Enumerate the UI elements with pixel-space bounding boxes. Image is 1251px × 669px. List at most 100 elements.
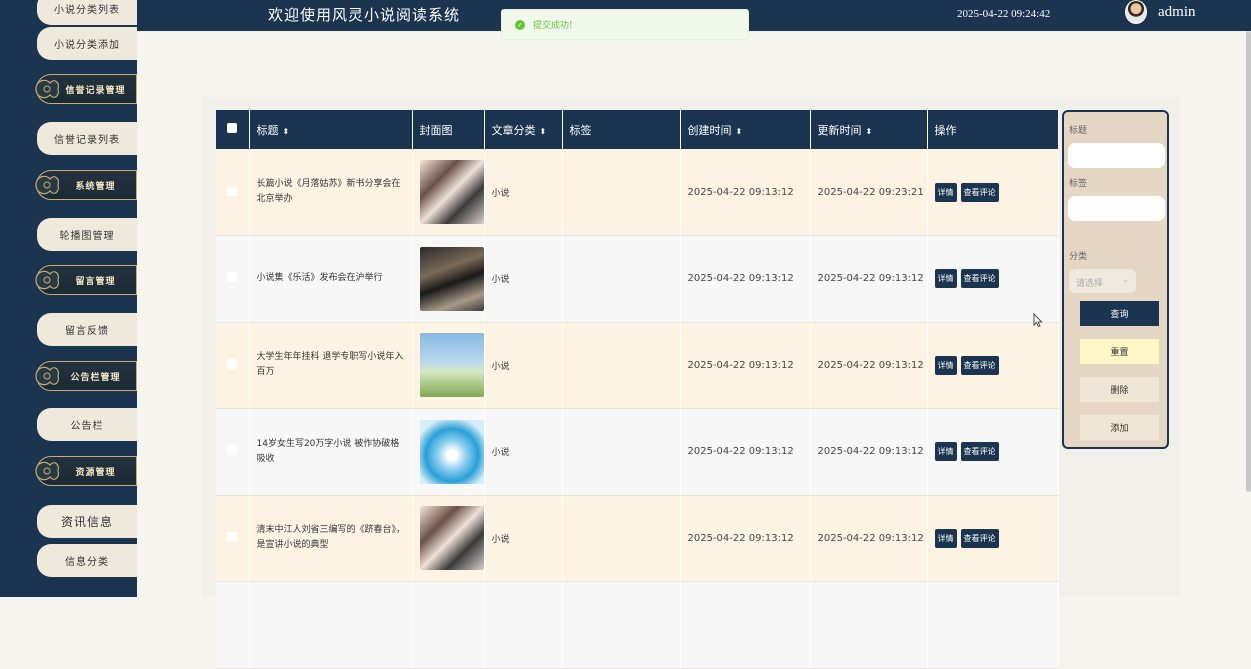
sidebar-item-label: 小说分类添加 (54, 40, 120, 51)
add-button[interactable]: 添加 (1080, 415, 1159, 440)
view-comments-button[interactable]: 查看评论 (960, 442, 999, 462)
success-check-icon: ✓ (515, 19, 525, 30)
row-updated: 2025-04-22 09:13:12 (810, 322, 928, 409)
success-toast: ✓ 提交成功! (501, 9, 749, 40)
cover-image (419, 246, 484, 311)
row-checkbox[interactable] (216, 149, 250, 236)
row-title: 14岁女生写20万字小说 被作协破格吸收 (249, 408, 413, 496)
sidebar-item-label: 系统管理 (75, 181, 116, 192)
datetime-display: 2025-04-22 09:24:42 (957, 8, 1051, 20)
sidebar-item-label: 资源管理 (75, 467, 116, 478)
row-cover-cell (412, 408, 485, 496)
sidebar-item-label: 公告栏 (70, 421, 104, 432)
row-actions: 详情 查看评论 (927, 149, 1059, 236)
select-all-checkbox[interactable] (216, 110, 250, 149)
username[interactable]: admin (1158, 4, 1196, 21)
cover-image (419, 333, 484, 398)
sidebar-item-9[interactable]: 公告栏 (37, 408, 137, 441)
sidebar-item-4[interactable]: 系统管理 (35, 170, 137, 200)
sidebar-item-label: 资讯信息 (60, 515, 113, 529)
sort-icon[interactable]: ⬍ (736, 127, 743, 136)
row-title: 小说集《乐活》发布会在沪举行 (249, 235, 413, 323)
toast-message: 提交成功! (533, 21, 573, 31)
query-button[interactable]: 查询 (1080, 301, 1159, 326)
sidebar-item-label: 信息分类 (65, 557, 109, 568)
detail-button[interactable]: 详情 (934, 269, 957, 289)
sidebar-item-6[interactable]: 留言管理 (35, 265, 137, 295)
sidebar-item-label: 小说分类列表 (54, 5, 120, 16)
avatar[interactable] (1125, 0, 1147, 24)
sidebar-item-12[interactable]: 信息分类 (37, 544, 137, 577)
sidebar-item-7[interactable]: 留言反馈 (37, 313, 137, 346)
table-row: 小说集《乐活》发布会在沪举行 小说 2025-04-22 09:13:12 2025-… (216, 235, 1059, 323)
row-title: 清末中江人刘省三编写的《跻春台》，是宣讲小说的典型 (249, 495, 413, 582)
sidebar-item-8[interactable]: 公告栏管理 (35, 361, 137, 391)
row-category: 小说 (484, 495, 563, 582)
detail-button[interactable]: 详情 (934, 442, 957, 462)
sidebar-item-3[interactable]: 信誉记录列表 (37, 122, 137, 155)
row-tag (562, 149, 681, 236)
reset-button[interactable]: 重置 (1080, 339, 1159, 364)
chevron-down-icon: ⌄ (1122, 275, 1129, 284)
sidebar-item-11[interactable]: 资讯信息 (37, 505, 137, 538)
table-row: 长篇小说《月落姑苏》新书分享会在北京举办 小说 2025-04-22 09:13:1… (216, 149, 1059, 236)
row-tag (562, 322, 681, 409)
row-cover-cell (412, 495, 485, 582)
sort-icon[interactable]: ⬍ (283, 127, 290, 136)
sort-icon[interactable]: ⬍ (866, 127, 873, 136)
row-cover-cell (412, 235, 485, 323)
row-updated: 2025-04-22 09:13:12 (810, 408, 928, 496)
row-title: 大学生年年挂科 退学专职写小说年入百万 (249, 322, 413, 409)
row-title: 长篇小说《月落姑苏》新书分享会在北京举办 (249, 149, 413, 236)
table-row: 清末中江人刘省三编写的《跻春台》，是宣讲小说的典型 小说 2025-04-22 09… (216, 495, 1059, 582)
category-select-placeholder: 请选择 (1076, 279, 1104, 289)
sidebar-item-0[interactable]: 小说分类列表 (37, 0, 137, 25)
cover-image (419, 506, 484, 571)
row-category: 小说 (484, 149, 563, 236)
table-row: 14岁女生写20万字小说 被作协破格吸收 小说 2025-04-22 09:13:1… (216, 408, 1059, 496)
page-title: 欢迎使用风灵小说阅读系统 (268, 6, 461, 24)
row-tag (562, 235, 681, 323)
row-checkbox[interactable] (216, 322, 250, 409)
row-actions: 详情 查看评论 (927, 235, 1059, 323)
row-cover-cell (412, 322, 485, 409)
view-comments-button[interactable]: 查看评论 (960, 182, 999, 202)
sidebar-item-5[interactable]: 轮播图管理 (37, 218, 137, 251)
title-filter-input[interactable] (1068, 143, 1165, 168)
row-checkbox[interactable] (216, 581, 250, 669)
page-scrollbar[interactable] (1246, 31, 1251, 492)
column-header-category[interactable]: 文章分类 ⬍ (484, 110, 563, 149)
category-select[interactable]: 请选择 ⌄ (1068, 268, 1137, 294)
row-cover-cell (412, 149, 485, 236)
sort-icon[interactable]: ⬍ (540, 127, 547, 136)
row-created: 2025-04-22 09:13:12 (680, 149, 811, 236)
column-header-title[interactable]: 标题 ⬍ (249, 110, 413, 149)
row-checkbox[interactable] (216, 495, 250, 582)
delete-button[interactable]: 删除 (1080, 377, 1159, 402)
detail-button[interactable]: 详情 (934, 528, 957, 548)
row-checkbox[interactable] (216, 235, 250, 323)
sidebar-item-label: 轮播图管理 (59, 231, 115, 242)
view-comments-button[interactable]: 查看评论 (960, 269, 999, 289)
table-row: 大学生年年挂科 退学专职写小说年入百万 小说 2025-04-22 09:13:12… (216, 322, 1059, 409)
row-created: 2025-04-22 09:13:12 (680, 408, 811, 496)
table-row (216, 581, 1059, 669)
sidebar-item-label: 信誉记录管理 (65, 85, 126, 96)
row-created: 2025-04-22 09:13:12 (680, 322, 811, 409)
view-comments-button[interactable]: 查看评论 (960, 528, 999, 548)
tag-filter-input[interactable] (1068, 196, 1165, 221)
column-header-updated[interactable]: 更新时间 ⬍ (810, 110, 928, 149)
detail-button[interactable]: 详情 (934, 182, 957, 202)
row-category: 小说 (484, 408, 563, 496)
sidebar-item-label: 信誉记录列表 (54, 135, 120, 146)
sidebar-item-10[interactable]: 资源管理 (35, 456, 137, 486)
row-tag (562, 408, 681, 496)
column-header-created[interactable]: 创建时间 ⬍ (680, 110, 811, 149)
article-table: 标题 ⬍ 封面图 文章分类 ⬍ 标签 创建时间 ⬍ 更新时间 ⬍ 操作 长篇小说《月落姑… (216, 110, 1059, 669)
mouse-cursor-icon (1033, 313, 1043, 327)
sidebar-item-1[interactable]: 小说分类添加 (37, 27, 137, 60)
sidebar-item-2[interactable]: 信誉记录管理 (35, 74, 137, 104)
view-comments-button[interactable]: 查看评论 (960, 355, 999, 375)
row-checkbox[interactable] (216, 408, 250, 496)
detail-button[interactable]: 详情 (934, 355, 957, 375)
